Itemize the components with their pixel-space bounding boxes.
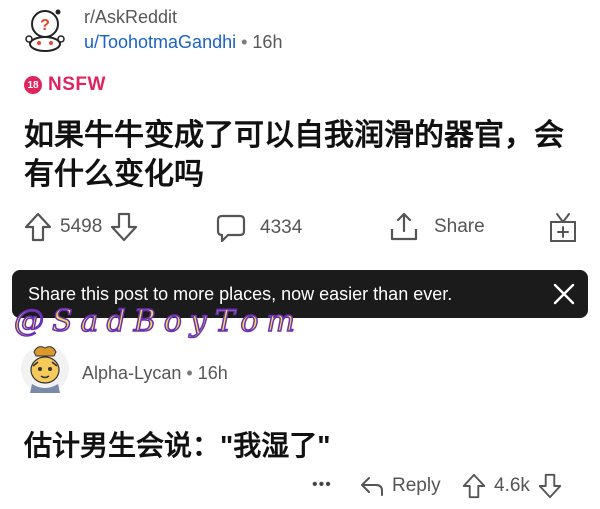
reply-arrow-icon (361, 477, 383, 496)
comment-action-bar: ••• Reply 4.6k (0, 472, 600, 504)
comment-vote-group: 4.6k (462, 473, 562, 499)
comment-author[interactable]: Alpha-Lycan (82, 363, 181, 383)
subreddit-avatar[interactable]: ? (20, 6, 70, 56)
nsfw-tag: 18 NSFW (24, 74, 106, 96)
meta-separator: • (241, 32, 248, 52)
comment-bubble-icon (216, 214, 246, 243)
comment-score: 4.6k (494, 475, 530, 496)
toast-message: Share this post to more places, now easi… (28, 283, 453, 304)
comment-count: 4334 (260, 217, 303, 238)
upvote-arrow-icon[interactable] (24, 212, 52, 242)
reply-label: Reply (392, 475, 441, 496)
post-title[interactable]: 如果牛牛变成了可以自我润滑的器官，会有什么变化吗 (24, 116, 584, 194)
post-author[interactable]: u/ToohotmaGandhi (84, 32, 236, 52)
close-icon (553, 283, 575, 305)
comment-body: 估计男生会说："我湿了" (24, 430, 331, 461)
commenter-avatar[interactable] (20, 344, 70, 394)
nsfw-label: NSFW (48, 74, 106, 95)
post-meta: u/ToohotmaGandhi • 16h (84, 32, 282, 53)
comment-age: 16h (197, 363, 228, 383)
post-age: 16h (252, 32, 283, 52)
more-options-button[interactable]: ••• (312, 476, 332, 494)
toast-close-button[interactable] (540, 270, 588, 318)
share-icon (390, 212, 418, 241)
subreddit-name[interactable]: r/AskReddit (84, 7, 177, 28)
upvote-arrow-icon[interactable] (462, 473, 486, 499)
comment-meta: Alpha-Lycan • 16h (82, 363, 228, 384)
comments-button[interactable]: 4334 (216, 213, 302, 243)
user-avatar-icon (21, 345, 69, 393)
share-button[interactable]: Share (388, 211, 485, 243)
nsfw-18-icon: 18 (24, 76, 42, 94)
more-options-icon: ••• (312, 476, 332, 493)
gift-icon (550, 213, 576, 242)
upvote-count: 5498 (60, 216, 103, 237)
post-action-bar: 5498 4334 Share (0, 207, 600, 247)
watermark: @SadBoyTom (13, 303, 303, 340)
downvote-arrow-icon[interactable] (110, 212, 138, 242)
snoo-avatar-icon: ? (25, 9, 65, 52)
comment-meta-separator: • (186, 363, 193, 383)
share-label: Share (434, 216, 485, 237)
award-button[interactable] (547, 210, 579, 244)
downvote-arrow-icon[interactable] (538, 473, 562, 499)
svg-text:?: ? (40, 17, 50, 34)
reply-button[interactable]: Reply (360, 475, 441, 497)
vote-group: 5498 (24, 212, 138, 242)
